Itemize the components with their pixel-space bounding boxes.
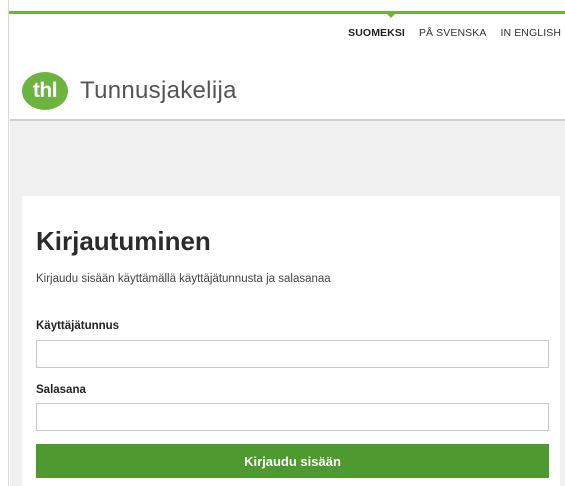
password-label: Salasana <box>36 384 86 396</box>
password-input[interactable] <box>36 403 549 431</box>
lang-finnish-link[interactable]: SUOMEKSI <box>348 27 405 39</box>
thl-logo: thl <box>22 72 68 110</box>
app-title: Tunnusjakelija <box>80 77 237 104</box>
language-switcher: SUOMEKSI PÅ SVENSKA IN ENGLISH <box>348 27 561 39</box>
left-edge-border <box>0 0 9 486</box>
login-description: Kirjaudu sisään käyttämällä käyttäjätunn… <box>36 273 331 285</box>
brand-header[interactable]: thl Tunnusjakelija <box>22 72 237 110</box>
lang-swedish-link[interactable]: PÅ SVENSKA <box>419 27 487 39</box>
username-label: Käyttäjätunnus <box>36 320 120 332</box>
active-language-indicator <box>386 13 396 18</box>
login-submit-button[interactable]: Kirjaudu sisään <box>36 444 549 478</box>
username-input[interactable] <box>36 340 549 368</box>
login-title: Kirjautuminen <box>36 226 211 256</box>
page: SUOMEKSI PÅ SVENSKA IN ENGLISH thl Tunnu… <box>0 0 565 486</box>
top-accent-bar <box>9 11 565 14</box>
lang-english-link[interactable]: IN ENGLISH <box>500 27 561 39</box>
